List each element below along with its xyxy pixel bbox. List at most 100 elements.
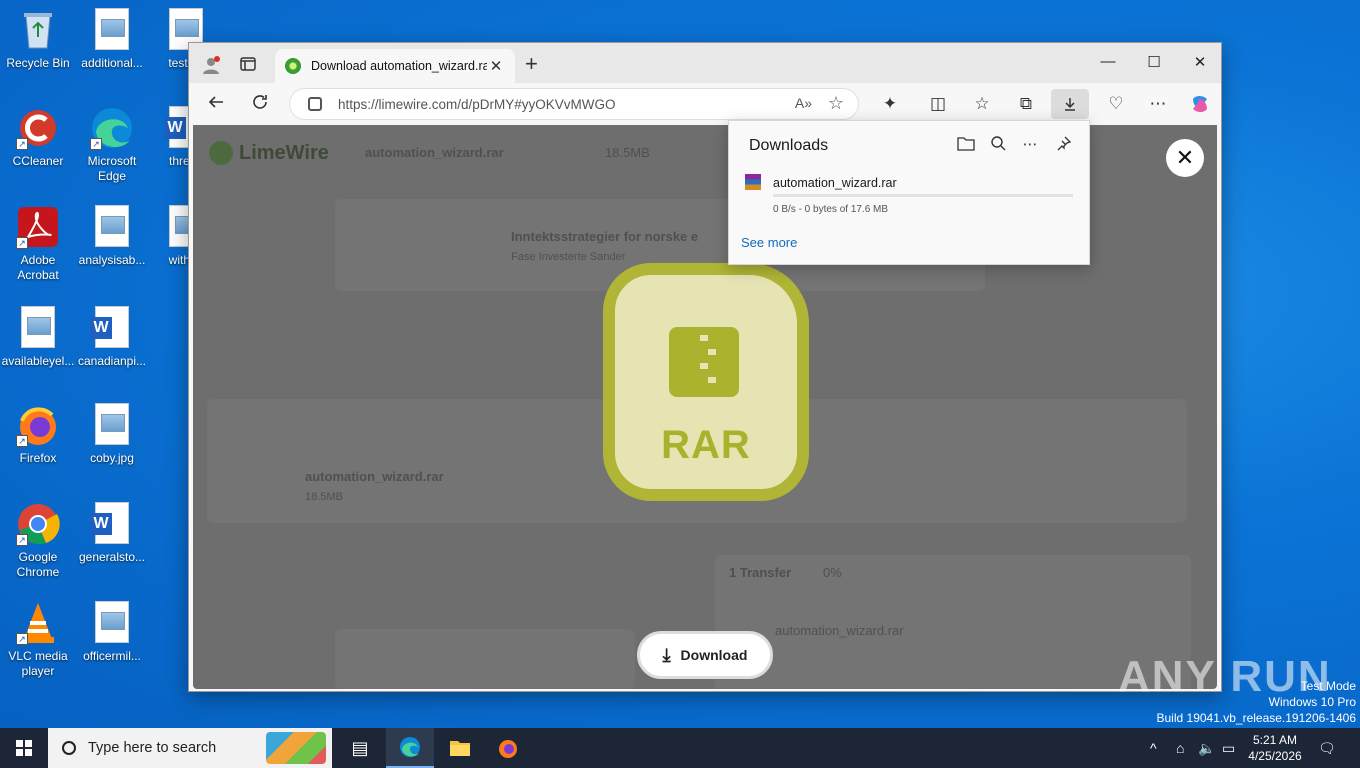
desktop-icon-label: officermil...: [83, 649, 141, 663]
desktop-icon-analysisab[interactable]: analysisab...: [74, 205, 150, 268]
desktop-icon-generalsto[interactable]: W generalsto...: [74, 502, 150, 565]
taskbar-edge-icon[interactable]: [386, 728, 434, 768]
search-downloads-icon[interactable]: [987, 135, 1009, 157]
pin-icon[interactable]: [1053, 135, 1075, 157]
see-more-link[interactable]: See more: [741, 235, 797, 250]
tab-actions-icon[interactable]: [239, 55, 257, 79]
file-explorer-icon[interactable]: [436, 728, 484, 768]
more-options-icon[interactable]: ⋯: [1019, 135, 1041, 157]
limewire-logo[interactable]: LimeWire: [209, 141, 329, 165]
tab-active[interactable]: Download automation_wizard.rar ✕: [275, 49, 515, 83]
windows-logo-icon: [16, 740, 32, 756]
system-clock[interactable]: 5:21 AM 4/25/2026: [1240, 732, 1310, 764]
image-file-icon: [16, 306, 60, 350]
notification-chat-icon[interactable]: ▭: [1222, 728, 1235, 768]
settings-more-icon[interactable]: ⋯: [1145, 93, 1171, 115]
desktop-icon-label: Recycle Bin: [6, 56, 70, 70]
collections-icon[interactable]: ⧉: [1013, 93, 1039, 115]
download-file-name[interactable]: automation_wizard.rar: [773, 176, 897, 190]
file-row-name[interactable]: automation_wizard.rar: [305, 469, 444, 484]
refresh-button[interactable]: [247, 93, 273, 115]
profile-icon[interactable]: [201, 55, 221, 81]
downloads-toolbar-button[interactable]: [1051, 89, 1089, 119]
lock-icon: [308, 97, 322, 111]
browser-essentials-icon[interactable]: ♡: [1103, 93, 1129, 115]
shortcut-arrow-icon: ↗: [90, 138, 102, 150]
acrobat-icon: ↗: [16, 205, 60, 249]
modal-close-button[interactable]: ✕: [1166, 139, 1204, 177]
desktop-icon-coby[interactable]: coby.jpg: [74, 403, 150, 466]
maximize-button[interactable]: ☐: [1131, 53, 1177, 71]
volume-icon[interactable]: 🔈: [1198, 728, 1215, 768]
read-aloud-icon[interactable]: A»: [795, 95, 812, 111]
desktop-icon-label: Adobe Acrobat: [17, 253, 59, 282]
navigation-bar: https://limewire.com/d/pDrMY#yyOKVvMWGO …: [189, 83, 1221, 125]
favorite-star-icon[interactable]: ☆: [828, 93, 844, 114]
download-arrow-icon: [1065, 98, 1075, 111]
transfer-label: 1 Transfer: [729, 565, 792, 580]
action-center-icon[interactable]: 🗨: [1318, 728, 1336, 768]
desktop-icon-microsoft-edge[interactable]: ↗ Microsoft Edge: [74, 106, 150, 184]
recycle-bin-icon: [16, 8, 60, 52]
copilot-icon[interactable]: [1187, 93, 1213, 115]
desktop-icon-label: Microsoft Edge: [87, 154, 137, 183]
desktop-icon-vlc[interactable]: ↗ VLC media player: [0, 601, 76, 679]
shortcut-arrow-icon: ↗: [16, 633, 28, 645]
extensions-icon[interactable]: ✦: [877, 93, 903, 115]
tab-strip: Download automation_wizard.rar ✕ + — ☐ ✕: [189, 43, 1221, 83]
shortcut-arrow-icon: ↗: [16, 138, 28, 150]
word-document-icon: W: [90, 306, 134, 350]
desktop-icon-firefox[interactable]: ↗ Firefox: [0, 403, 76, 466]
desktop-icon-label: Google Chrome: [16, 550, 60, 579]
taskbar-firefox-icon[interactable]: [484, 728, 532, 768]
desktop-icon-label: VLC media player: [8, 649, 68, 678]
desktop-icon-additional[interactable]: additional...: [74, 8, 150, 71]
clock-time: 5:21 AM: [1252, 733, 1298, 747]
search-placeholder: Type here to search: [88, 740, 217, 756]
file-row-size: 18.5MB: [305, 491, 343, 503]
new-tab-button[interactable]: +: [525, 53, 538, 75]
ad-banner-bottom[interactable]: [335, 629, 635, 689]
url-text: https://limewire.com/d/pDrMY#yyOKVvMWGO: [338, 96, 616, 112]
download-button[interactable]: ⤓ Download: [637, 631, 773, 679]
taskbar-search-box[interactable]: Type here to search: [48, 728, 332, 768]
desktop-icon-availableyel[interactable]: availableyel...: [0, 306, 76, 369]
start-button[interactable]: [0, 728, 48, 768]
shortcut-arrow-icon: ↗: [16, 237, 28, 249]
word-document-icon: W: [90, 502, 134, 546]
test-mode-line3: Build 19041.vb_release.191206-1406: [1156, 711, 1357, 725]
downloads-title: Downloads: [749, 137, 829, 154]
test-mode-line2: Windows 10 Pro: [1268, 695, 1356, 709]
file-header-size: 18.5MB: [605, 145, 650, 160]
rar-file-icon: RAR: [603, 263, 809, 501]
task-view-icon[interactable]: ▤: [336, 728, 384, 768]
test-mode-text: Test Mode Windows 10 Pro Build 19041.vb_…: [1157, 678, 1357, 726]
favorites-icon[interactable]: ☆: [969, 93, 995, 115]
desktop-icon-label: canadianpi...: [77, 354, 147, 368]
limewire-logo-text: LimeWire: [239, 141, 329, 164]
chrome-icon: ↗: [16, 502, 60, 546]
desktop-icon-adobe-acrobat[interactable]: ↗ Adobe Acrobat: [0, 205, 76, 283]
address-bar[interactable]: https://limewire.com/d/pDrMY#yyOKVvMWGO …: [289, 88, 859, 120]
back-button[interactable]: [203, 93, 229, 115]
limewire-favicon-icon: [285, 58, 301, 74]
file-header-name: automation_wizard.rar: [365, 145, 504, 160]
desktop-icon-label: availableyel...: [1, 354, 75, 368]
tab-close-button[interactable]: ✕: [487, 57, 505, 75]
download-icon: ⤓: [662, 644, 671, 665]
show-hidden-icons-icon[interactable]: ^: [1150, 728, 1157, 768]
transfer-percent: 0%: [823, 565, 842, 580]
network-icon[interactable]: ⌂: [1176, 728, 1184, 768]
desktop-icon-google-chrome[interactable]: ↗ Google Chrome: [0, 502, 76, 580]
minimize-button[interactable]: —: [1085, 53, 1131, 70]
shortcut-arrow-icon: ↗: [16, 435, 28, 447]
download-status: 0 B/s - 0 bytes of 17.6 MB: [773, 204, 889, 215]
open-folder-icon[interactable]: [955, 135, 977, 157]
desktop-icon-recycle-bin[interactable]: Recycle Bin: [0, 8, 76, 71]
split-screen-icon[interactable]: ◫: [925, 93, 951, 115]
desktop-icon-canadianpi[interactable]: W canadianpi...: [74, 306, 150, 369]
window-close-button[interactable]: ✕: [1177, 53, 1223, 71]
desktop-icon-ccleaner[interactable]: ↗ CCleaner: [0, 106, 76, 169]
clock-date: 4/25/2026: [1248, 749, 1302, 763]
desktop-icon-officermil[interactable]: officermil...: [74, 601, 150, 664]
